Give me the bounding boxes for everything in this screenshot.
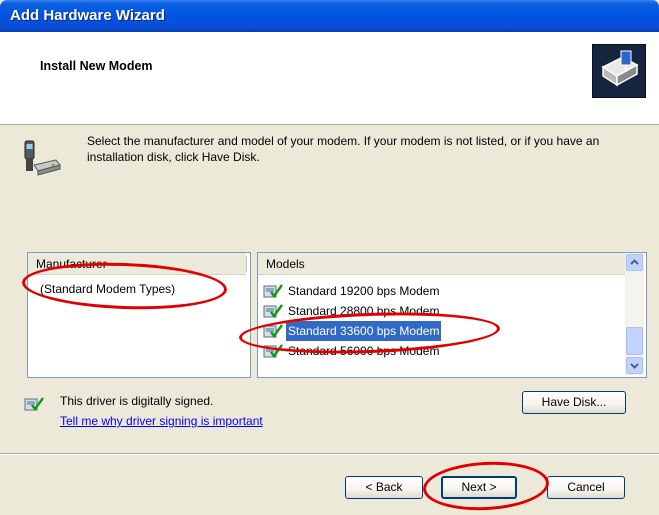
model-label: Standard 19200 bps Modem xyxy=(288,284,440,298)
model-label: Standard 33600 bps Modem xyxy=(286,321,442,341)
models-list[interactable]: Models Standard 19200 bps Modem Standard… xyxy=(257,252,647,378)
scroll-up-button[interactable] xyxy=(626,254,643,271)
model-item[interactable]: Standard 19200 bps Modem xyxy=(263,281,563,301)
manufacturer-list[interactable]: Manufacturer (Standard Modem Types) xyxy=(27,252,251,378)
column-divider[interactable] xyxy=(246,256,247,272)
signed-driver-icon xyxy=(263,283,283,299)
signed-driver-icon xyxy=(24,396,44,412)
model-label: Standard 56000 bps Modem xyxy=(288,344,440,358)
window-title: Add Hardware Wizard xyxy=(10,7,165,24)
models-scrollbar[interactable] xyxy=(625,253,644,375)
driver-signing-link[interactable]: Tell me why driver signing is important xyxy=(60,414,263,428)
hardware-wizard-icon xyxy=(592,44,646,98)
wizard-header: Install New Modem xyxy=(0,32,659,125)
model-item[interactable]: Standard 56000 bps Modem xyxy=(263,341,563,361)
signed-driver-icon xyxy=(263,323,283,339)
signed-driver-icon xyxy=(263,343,283,359)
model-label: Standard 28800 bps Modem xyxy=(288,304,440,318)
models-column-header[interactable]: Models xyxy=(258,253,625,275)
manufacturer-item[interactable]: (Standard Modem Types) xyxy=(40,282,175,296)
cancel-button[interactable]: Cancel xyxy=(547,476,625,499)
add-hardware-wizard-window: Add Hardware Wizard Install New Modem Se… xyxy=(0,0,659,515)
instruction-text: Select the manufacturer and model of you… xyxy=(87,134,600,164)
have-disk-button[interactable]: Have Disk... xyxy=(522,391,626,414)
next-button[interactable]: Next > xyxy=(441,476,517,499)
chevron-up-icon xyxy=(630,259,639,265)
model-item-selected[interactable]: Standard 33600 bps Modem xyxy=(263,321,563,341)
scroll-thumb[interactable] xyxy=(626,327,643,355)
chevron-down-icon xyxy=(630,363,639,369)
page-title: Install New Modem xyxy=(40,59,153,73)
manufacturer-column-header[interactable]: Manufacturer xyxy=(28,253,246,275)
signed-driver-icon xyxy=(263,303,283,319)
back-button[interactable]: < Back xyxy=(345,476,423,499)
driver-signed-text: This driver is digitally signed. xyxy=(60,394,214,408)
footer-divider xyxy=(0,453,659,455)
scroll-down-button[interactable] xyxy=(626,357,643,374)
modem-phone-icon xyxy=(22,138,62,178)
title-bar[interactable]: Add Hardware Wizard xyxy=(0,0,659,32)
model-item[interactable]: Standard 28800 bps Modem xyxy=(263,301,563,321)
